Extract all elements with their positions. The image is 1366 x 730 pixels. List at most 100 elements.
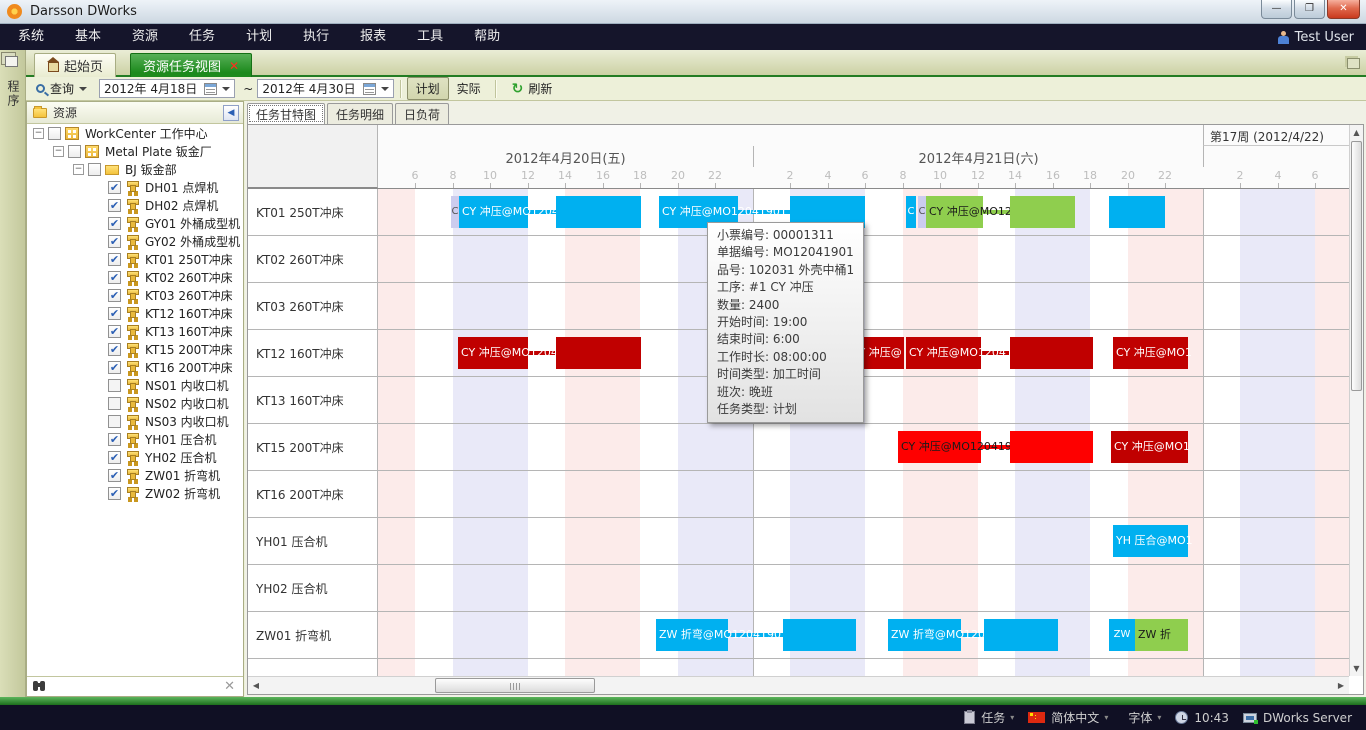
menu-item-3[interactable]: 资源	[119, 24, 171, 50]
tree-expander[interactable]: −	[53, 146, 64, 157]
windows-stack-icon[interactable]	[5, 56, 18, 67]
menu-item-1[interactable]: 系统	[5, 24, 57, 50]
gantt-bar[interactable]: ZW 折	[1135, 619, 1188, 651]
tree-checkbox[interactable]: ✔	[108, 289, 121, 302]
side-strip-tab-program[interactable]: 程序	[5, 80, 22, 108]
gantt-bar[interactable]	[556, 196, 641, 228]
menu-item-7[interactable]: 报表	[347, 24, 399, 50]
tree-item[interactable]: ✔KT12 160T冲床	[27, 304, 243, 322]
tree-item[interactable]: −BJ 钣金部	[27, 160, 243, 178]
tree-checkbox[interactable]: ✔	[108, 235, 121, 248]
status-item-3[interactable]: 字体▾	[1122, 709, 1161, 726]
gantt-bar[interactable]: ZW 折弯@MO12041901	[656, 619, 728, 651]
tab-home[interactable]: 起始页	[34, 53, 116, 77]
tree-checkbox[interactable]	[108, 415, 121, 428]
close-button[interactable]: ✕	[1327, 0, 1360, 19]
tree-checkbox[interactable]: ✔	[108, 181, 121, 194]
gantt-bar[interactable]	[783, 619, 856, 651]
gantt-bar[interactable]: CY 冲压@MO12041904	[906, 337, 981, 369]
tree-item[interactable]: ✔DH02 点焊机	[27, 196, 243, 214]
actual-toggle-button[interactable]: 实际	[449, 78, 489, 99]
tree-expander[interactable]: −	[33, 128, 44, 139]
tree-checkbox[interactable]: ✔	[108, 487, 121, 500]
panel-collapse-button[interactable]: ◀	[223, 105, 239, 121]
gantt-bar[interactable]: C	[451, 196, 459, 228]
tree-checkbox[interactable]: ✔	[108, 451, 121, 464]
tree-checkbox[interactable]: ✔	[108, 253, 121, 266]
scroll-down-icon[interactable]: ▼	[1350, 661, 1363, 676]
gantt-bar[interactable]: ZW	[1109, 619, 1135, 651]
gantt-tab-1[interactable]: 任务甘特图	[247, 103, 325, 124]
tree-item[interactable]: ✔KT15 200T冲床	[27, 340, 243, 358]
tree-checkbox[interactable]: ✔	[108, 199, 121, 212]
tree-checkbox[interactable]: ✔	[108, 343, 121, 356]
tree-expander[interactable]: −	[73, 164, 84, 175]
gantt-bar[interactable]: YH 压合@MO1	[1113, 525, 1188, 557]
plan-toggle-button[interactable]: 计划	[407, 77, 449, 100]
status-item-4[interactable]: 10:43	[1175, 711, 1229, 725]
tab-close-icon[interactable]: ✕	[229, 59, 239, 73]
tree-item[interactable]: ✔KT13 160T冲床	[27, 322, 243, 340]
gantt-bar[interactable]	[1109, 196, 1165, 228]
maximize-button[interactable]: ❐	[1294, 0, 1325, 19]
gantt-bar[interactable]: CY 冲压@MO1	[1111, 431, 1188, 463]
refresh-button[interactable]: ↻ 刷新	[506, 78, 559, 99]
tree-item[interactable]: −WorkCenter 工作中心	[27, 124, 243, 142]
menu-item-2[interactable]: 基本	[62, 24, 114, 50]
gantt-bar[interactable]	[1010, 196, 1075, 228]
tree-item[interactable]: −Metal Plate 钣金厂	[27, 142, 243, 160]
gantt-bar[interactable]	[1010, 337, 1093, 369]
vscroll-thumb[interactable]	[1351, 141, 1362, 391]
status-item-2[interactable]: 简体中文▾	[1028, 709, 1108, 726]
tree-checkbox[interactable]: ✔	[108, 271, 121, 284]
tree-item[interactable]: ✔KT03 260T冲床	[27, 286, 243, 304]
tab-list-icon[interactable]	[1347, 58, 1360, 69]
scroll-left-icon[interactable]: ◀	[248, 677, 264, 694]
tree-item[interactable]: ✔ZW02 折弯机	[27, 484, 243, 502]
tree-item[interactable]: NS02 内收口机	[27, 394, 243, 412]
tree-item[interactable]: ✔DH01 点焊机	[27, 178, 243, 196]
status-item-5[interactable]: DWorks Server	[1243, 711, 1352, 725]
minimize-button[interactable]: —	[1261, 0, 1292, 19]
gantt-tab-2[interactable]: 任务明细	[327, 103, 393, 124]
menu-item-4[interactable]: 任务	[176, 24, 228, 50]
menu-item-9[interactable]: 帮助	[461, 24, 513, 50]
menu-item-6[interactable]: 执行	[290, 24, 342, 50]
tree-item[interactable]: NS03 内收口机	[27, 412, 243, 430]
query-button[interactable]: 查询	[30, 78, 93, 99]
close-icon[interactable]: ✕	[224, 679, 235, 694]
gantt-bar[interactable]: C	[906, 196, 916, 228]
tree-checkbox[interactable]	[108, 397, 121, 410]
tree-item[interactable]: ✔KT02 260T冲床	[27, 268, 243, 286]
tree-item[interactable]: ✔KT01 250T冲床	[27, 250, 243, 268]
tree-item[interactable]: ✔KT16 200T冲床	[27, 358, 243, 376]
tree-checkbox[interactable]	[108, 379, 121, 392]
tree-item[interactable]: ✔ZW01 折弯机	[27, 466, 243, 484]
gantt-bar[interactable]	[1010, 431, 1093, 463]
tab-resource-task-view[interactable]: 资源任务视图 ✕	[130, 53, 252, 77]
binoculars-icon[interactable]	[33, 681, 38, 691]
horizontal-scrollbar[interactable]: ◀ ▶	[248, 676, 1349, 694]
menu-item-8[interactable]: 工具	[404, 24, 456, 50]
tree-checkbox[interactable]: ✔	[108, 307, 121, 320]
tree-checkbox[interactable]: ✔	[108, 469, 121, 482]
tree-checkbox[interactable]: ✔	[108, 433, 121, 446]
scroll-up-icon[interactable]: ▲	[1350, 125, 1363, 140]
hscroll-thumb[interactable]	[435, 678, 595, 693]
gantt-bar[interactable]: CY 冲压@MO1	[1113, 337, 1188, 369]
tree-checkbox[interactable]	[48, 127, 61, 140]
gantt-bar[interactable]: CY 冲压@MO12041902	[926, 196, 983, 228]
gantt-tab-3[interactable]: 日负荷	[395, 103, 449, 124]
tree-item[interactable]: ✔GY02 外桶成型机	[27, 232, 243, 250]
gantt-bar[interactable]: C	[918, 196, 926, 228]
tree-checkbox[interactable]	[88, 163, 101, 176]
gantt-bar[interactable]: CY 冲压@MO12041901	[459, 196, 528, 228]
vertical-scrollbar[interactable]: ▲ ▼	[1349, 125, 1363, 676]
scroll-right-icon[interactable]: ▶	[1333, 677, 1349, 694]
tree-item[interactable]: ✔GY01 外桶成型机	[27, 214, 243, 232]
date-to-picker[interactable]: 2012年 4月30日	[257, 79, 393, 98]
gantt-bar[interactable]	[984, 619, 1058, 651]
menu-item-5[interactable]: 计划	[233, 24, 285, 50]
tree-checkbox[interactable]: ✔	[108, 217, 121, 230]
gantt-bar[interactable]: CY 冲压@MO12041904	[458, 337, 528, 369]
